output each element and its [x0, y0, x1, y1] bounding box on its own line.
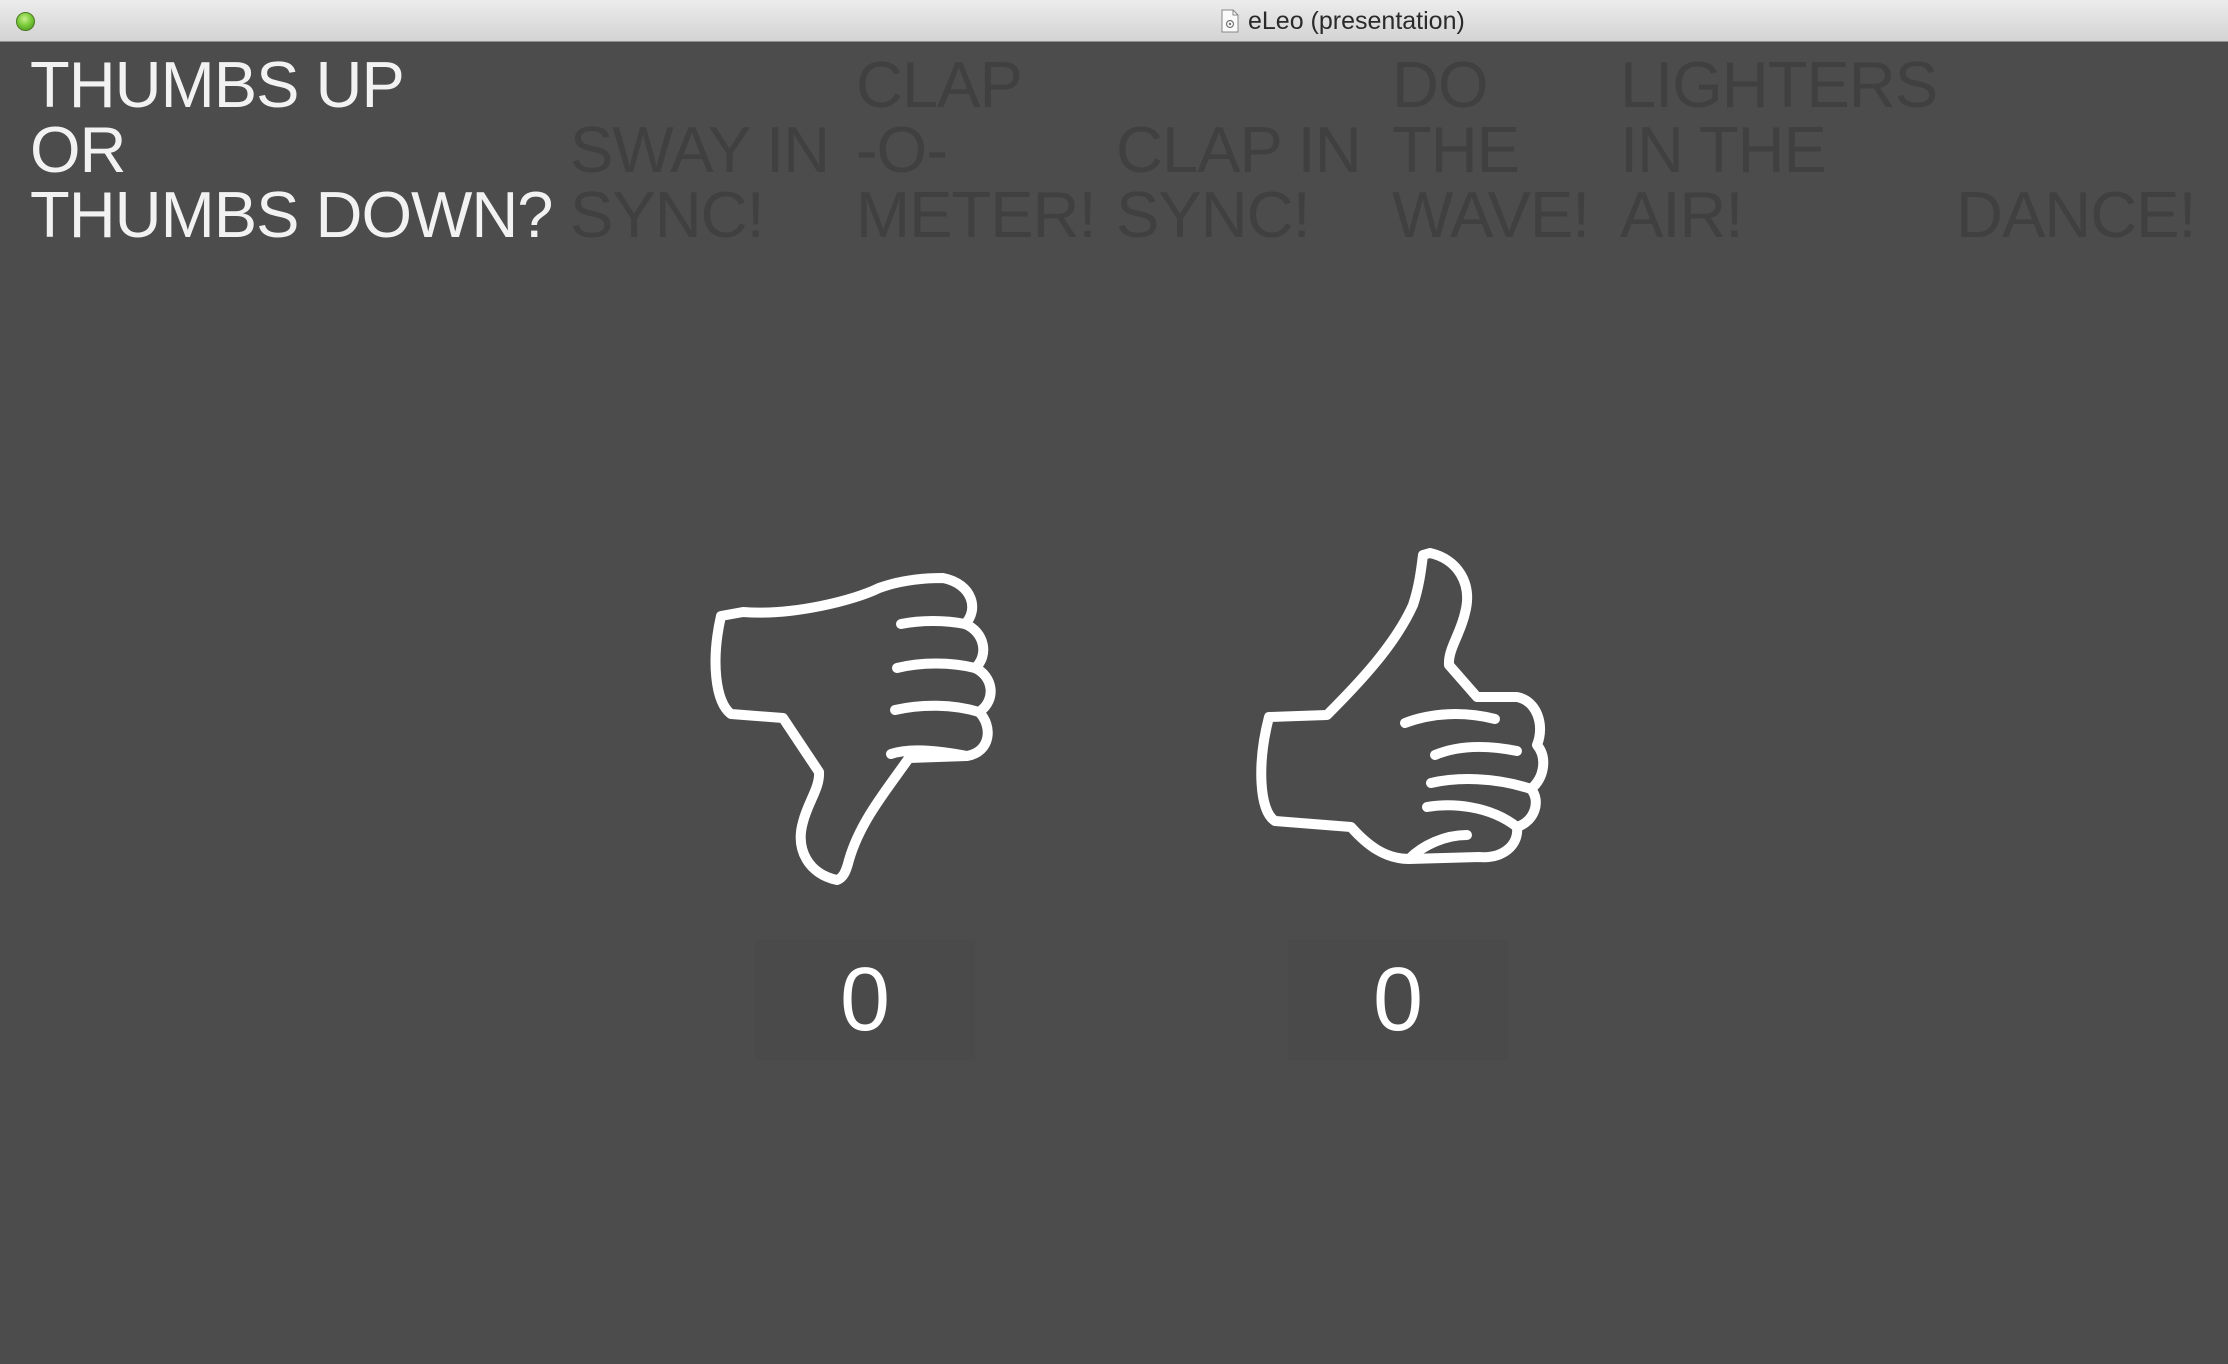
thumbs-up-count: 0 — [1288, 940, 1508, 1060]
thumbs-down-count: 0 — [755, 940, 975, 1060]
window-title: eLeo (presentation) — [1248, 6, 1465, 35]
menu-item-lighters-in-the-air[interactable]: LIGHTERS IN THE AIR! — [1620, 52, 1938, 247]
menu-item-dance[interactable]: DANCE! — [1956, 52, 2197, 247]
zoom-button[interactable] — [16, 12, 35, 31]
window-title-group: eLeo (presentation) — [1220, 7, 1465, 35]
menu-item-thumbs-up-or-down[interactable]: THUMBS UP OR THUMBS DOWN? — [30, 52, 553, 247]
menu-item-do-the-wave[interactable]: DO THE WAVE! — [1392, 52, 1590, 247]
thumbs-up-icon[interactable] — [1255, 545, 1555, 875]
menu-item-clap-o-meter[interactable]: CLAP -O- METER! — [856, 52, 1097, 247]
thumbs-down-icon[interactable] — [705, 570, 1005, 900]
menu-item-sway-in-sync[interactable]: SWAY IN SYNC! — [570, 52, 830, 247]
title-bar: eLeo (presentation) — [0, 0, 2228, 42]
presentation-window: eLeo (presentation) THUMBS UP OR THUMBS … — [0, 0, 2228, 1364]
menu-item-clap-in-sync[interactable]: CLAP IN SYNC! — [1116, 52, 1362, 247]
document-icon — [1221, 9, 1239, 33]
